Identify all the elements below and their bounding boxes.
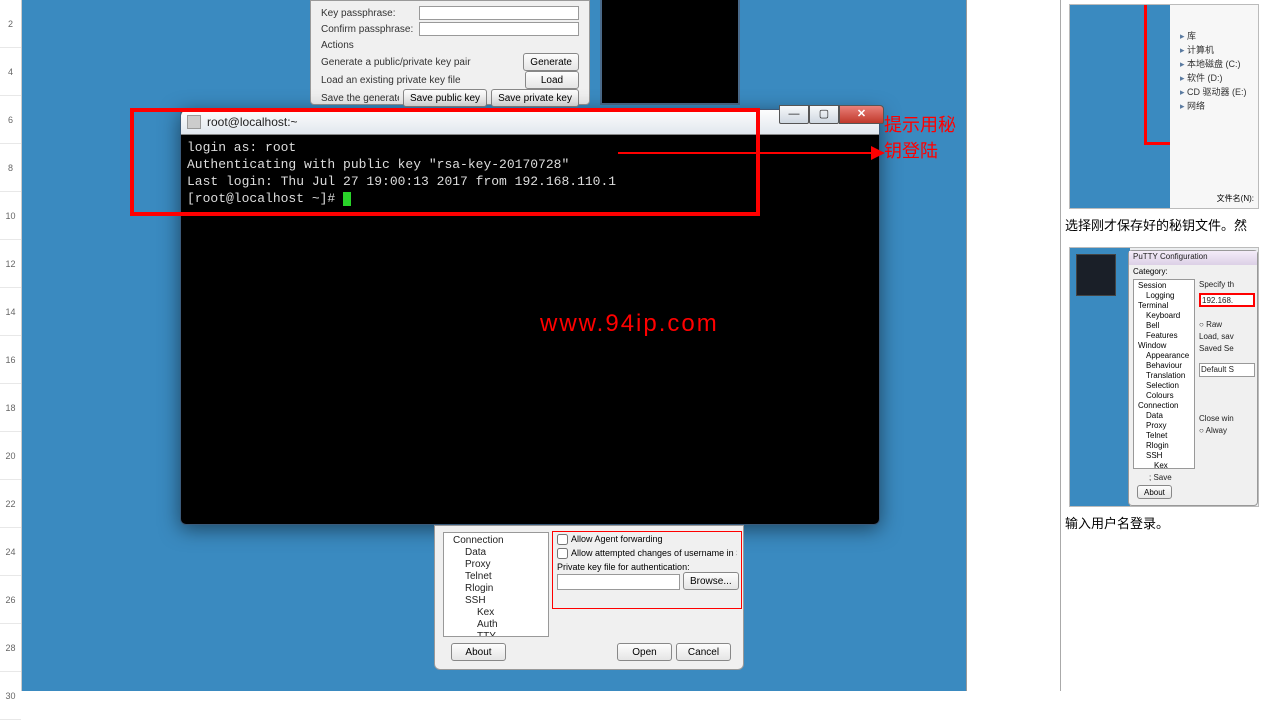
thumbnail-putty-config[interactable]: PuTTY Configuration Category: Session Lo… — [1069, 247, 1259, 507]
save-label: Save the generated key — [321, 93, 399, 104]
tree-item-data[interactable]: Data — [447, 547, 545, 559]
tree-item-proxy[interactable]: Proxy — [447, 559, 545, 571]
terminal-title: root@localhost:~ — [207, 115, 875, 129]
watermark-text: www.94ip.com — [540, 310, 719, 338]
saved-sessions-label: Saved Se — [1199, 343, 1255, 355]
about-button[interactable]: About — [451, 643, 506, 661]
main-page: Key passphrase: Confirm passphrase: Acti… — [22, 0, 967, 691]
close-button[interactable]: ✕ — [839, 105, 884, 124]
tree-item-tty[interactable]: TTY — [447, 631, 545, 637]
save-public-key-button[interactable]: Save public key — [403, 89, 487, 107]
thumbnail-caption-2: 输入用户名登录。 — [1061, 507, 1267, 541]
always-radio-label: ○ Alway — [1199, 425, 1255, 437]
load-save-label: Load, sav — [1199, 331, 1255, 343]
folder-item: CD 驱动器 (E:) — [1180, 85, 1247, 99]
allow-agent-forwarding-checkbox[interactable] — [557, 534, 568, 545]
actions-section-label: Actions — [321, 40, 354, 51]
maximize-button[interactable]: ▢ — [809, 105, 839, 124]
minimize-button[interactable]: — — [779, 105, 809, 124]
filename-label: 文件名(N): — [1217, 193, 1254, 204]
annotation-text: 提示用秘钥登陆 — [884, 111, 966, 163]
thumbnail-file-dialog[interactable]: 库 计算机 本地磁盘 (C:) 软件 (D:) CD 驱动器 (E:) 网络 文… — [1069, 4, 1259, 209]
terminal-cursor — [343, 192, 351, 206]
putty-config-title: PuTTY Configuration — [1129, 251, 1257, 265]
category-label: Category: — [1133, 267, 1168, 276]
folder-item: 库 — [1180, 29, 1247, 43]
load-button[interactable]: Load — [525, 71, 579, 89]
private-key-file-label: Private key file for authentication: — [557, 562, 737, 572]
tree-item-connection[interactable]: Connection — [447, 535, 545, 547]
allow-username-change-checkbox[interactable] — [557, 548, 568, 559]
key-passphrase-input[interactable] — [419, 6, 579, 20]
ruler-left: 2468 10121416 18202224 262830 — [0, 0, 22, 691]
tree-item-telnet[interactable]: Telnet — [447, 571, 545, 583]
putty-config-fragment: Connection Data Proxy Telnet Rlogin SSH … — [434, 525, 744, 670]
save-text: ; Save — [1149, 473, 1172, 482]
load-label: Load an existing private key file — [321, 75, 521, 86]
folder-item: 本地磁盘 (C:) — [1180, 57, 1247, 71]
allow-agent-forwarding-label: Allow Agent forwarding — [571, 534, 663, 544]
tree-item-rlogin[interactable]: Rlogin — [447, 583, 545, 595]
browse-button[interactable]: Browse... — [683, 572, 739, 590]
specify-label: Specify th — [1199, 279, 1255, 291]
save-private-key-button[interactable]: Save private key — [491, 89, 579, 107]
key-passphrase-label: Key passphrase: — [321, 8, 419, 19]
folder-item: 计算机 — [1180, 43, 1247, 57]
confirm-passphrase-label: Confirm passphrase: — [321, 24, 419, 35]
thumbnail-caption-1: 选择刚才保存好的秘钥文件。然 — [1061, 209, 1267, 243]
generate-label: Generate a public/private key pair — [321, 57, 519, 68]
open-button[interactable]: Open — [617, 643, 672, 661]
raw-radio-label: ○ Raw — [1199, 319, 1255, 331]
thumbnail-terminal-preview — [1076, 254, 1116, 296]
confirm-passphrase-input[interactable] — [419, 22, 579, 36]
ssh-terminal-window: root@localhost:~ — ▢ ✕ login as: root Au… — [180, 109, 880, 525]
puttygen-window: Key passphrase: Confirm passphrase: Acti… — [310, 0, 590, 105]
private-key-file-input[interactable] — [557, 574, 680, 590]
folder-item: 软件 (D:) — [1180, 71, 1247, 85]
background-terminal-fragment — [600, 0, 740, 105]
terminal-output[interactable]: login as: root Authenticating with publi… — [181, 135, 879, 211]
default-settings: Default S — [1199, 363, 1255, 377]
close-window-label: Close win — [1199, 413, 1255, 425]
putty-category-tree: Session Logging Terminal Keyboard Bell F… — [1133, 279, 1195, 469]
about-button-thumb: About — [1137, 485, 1172, 499]
host-name-input: 192.168. — [1199, 293, 1255, 307]
allow-username-change-label: Allow attempted changes of username in S… — [571, 548, 737, 558]
putty-icon — [187, 115, 201, 129]
annotation-arrow-head — [871, 146, 885, 160]
side-thumbnail-panel: 库 计算机 本地磁盘 (C:) 软件 (D:) CD 驱动器 (E:) 网络 文… — [1060, 0, 1267, 691]
tree-item-kex[interactable]: Kex — [447, 607, 545, 619]
folder-item: 网络 — [1180, 99, 1247, 113]
tree-item-auth[interactable]: Auth — [447, 619, 545, 631]
category-tree[interactable]: Connection Data Proxy Telnet Rlogin SSH … — [443, 532, 549, 637]
cancel-button[interactable]: Cancel — [676, 643, 731, 661]
generate-button[interactable]: Generate — [523, 53, 579, 71]
tree-item-ssh[interactable]: SSH — [447, 595, 545, 607]
